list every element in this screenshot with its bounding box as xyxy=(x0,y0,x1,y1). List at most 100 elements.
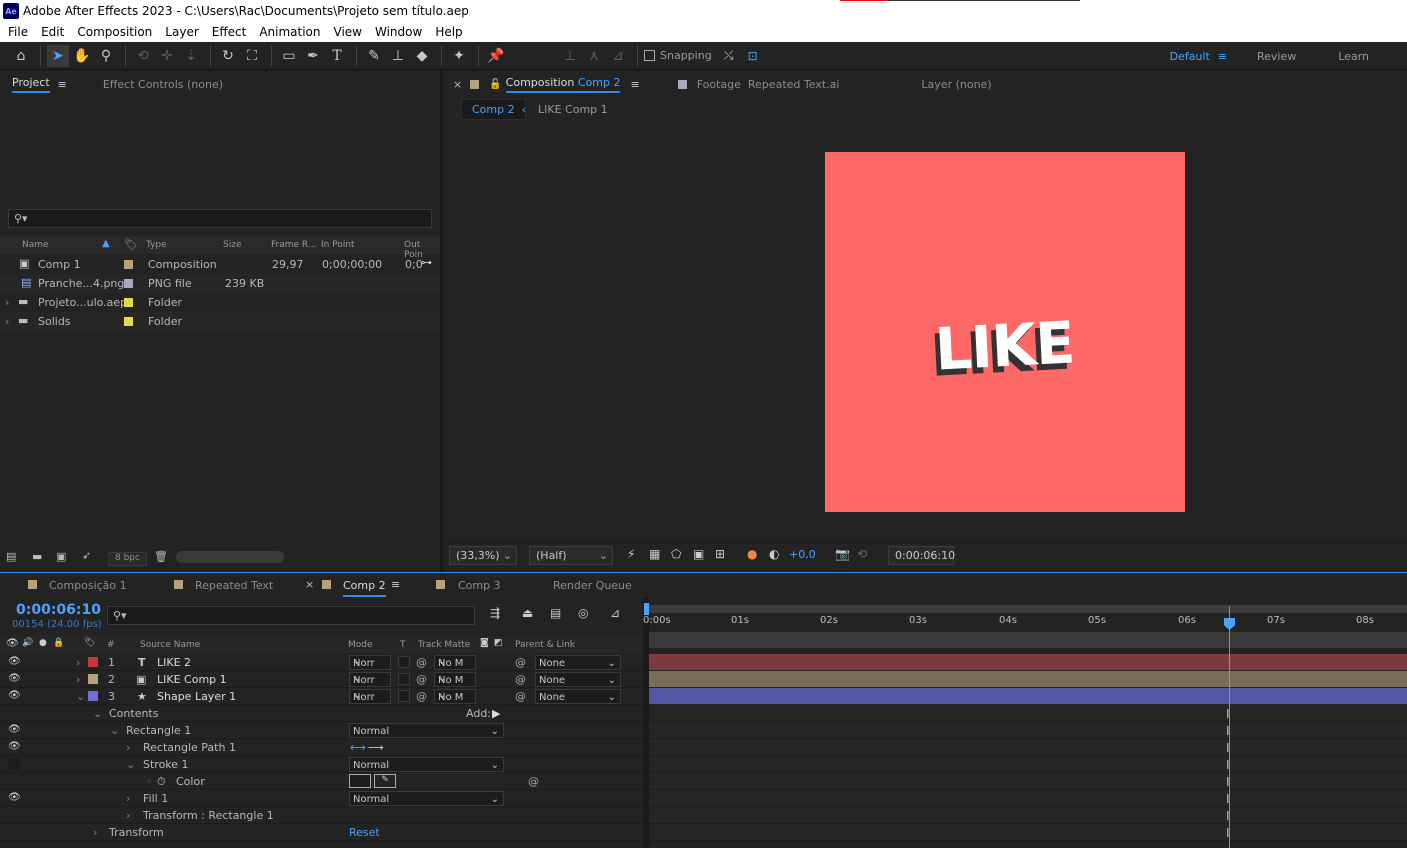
project-item-row[interactable]: ▣ Comp 1 Composition 29,97 0;00;00;00 0;… xyxy=(0,255,440,274)
comp-flowchart-icon[interactable]: ⇶ xyxy=(490,606,500,620)
preserve-transparency-checkbox[interactable] xyxy=(398,656,410,668)
property-row-color[interactable]: ◦ ⏱ Color ✎ @ xyxy=(0,773,643,790)
trash-icon[interactable]: 🗑 xyxy=(154,550,168,563)
parent-dropdown[interactable]: None ⌄ xyxy=(535,672,621,687)
workspace-review[interactable]: Review xyxy=(1239,50,1326,63)
layer-row[interactable]: 👁 ⌄ 3 ★ Shape Layer 1 Norr ⌄ @ No M ⌄ @ … xyxy=(0,688,643,705)
mask-visibility-icon[interactable]: ⬠ xyxy=(671,547,681,561)
layer-mode-dropdown[interactable]: Norr ⌄ xyxy=(349,672,391,687)
project-item-row[interactable]: ▤ Pranche...4.png PNG file 239 KB xyxy=(0,274,440,293)
channel-rgb-icon[interactable]: ● xyxy=(747,547,757,561)
visibility-eye-icon[interactable]: 👁 xyxy=(8,741,21,752)
interpret-footage-icon[interactable]: ▤ xyxy=(6,550,16,563)
show-snapshot-icon[interactable]: ⟲ xyxy=(857,547,867,561)
blend-mode-dropdown[interactable]: Normal ⌄ xyxy=(349,757,504,772)
current-timecode[interactable]: 0:00:06:10 xyxy=(16,602,101,618)
preserve-transparency-checkbox[interactable] xyxy=(398,690,410,702)
track-matte-dropdown[interactable]: No M ⌄ xyxy=(434,672,476,687)
matte-link-icon[interactable]: @ xyxy=(416,656,427,669)
timeline-search-input[interactable]: ⚲▾ xyxy=(107,606,475,625)
chevron-right-icon[interactable]: › xyxy=(126,741,130,754)
property-row-fill[interactable]: 👁 › Fill 1 Normal ⌄ xyxy=(0,790,643,807)
pick-whip-icon[interactable]: @ xyxy=(515,656,526,669)
tab-composicao-1[interactable]: Composição 1 xyxy=(49,579,127,592)
rotation-tool-icon[interactable]: ↻ xyxy=(217,45,239,67)
parent-dropdown[interactable]: None ⌄ xyxy=(535,689,621,704)
tab-comp-3[interactable]: Comp 3 xyxy=(458,579,501,592)
sort-ascending-icon[interactable]: ▲ xyxy=(102,238,110,249)
workspace-menu-icon[interactable]: ≡ xyxy=(1218,50,1239,63)
axis-view-icon[interactable]: ⊿ xyxy=(607,45,629,67)
layer-name[interactable]: LIKE Comp 1 xyxy=(157,673,227,686)
visibility-eye-icon[interactable]: 👁 xyxy=(8,673,21,684)
flowchart-icon[interactable]: ⊶ xyxy=(421,256,432,269)
blend-mode-dropdown[interactable]: Normal ⌄ xyxy=(349,723,504,738)
roto-brush-icon[interactable]: ✦ xyxy=(448,45,470,67)
menu-file[interactable]: File xyxy=(8,25,28,39)
property-row-rectangle[interactable]: 👁 ⌄ Rectangle 1 Normal ⌄ xyxy=(0,722,643,739)
path-direction-icon[interactable]: ⟷ xyxy=(350,741,366,754)
blend-mode-dropdown[interactable]: Normal ⌄ xyxy=(349,791,504,806)
bit-depth-button[interactable]: 8 bpc xyxy=(108,552,147,566)
project-item-row[interactable]: › ▬ Projeto...ulo.aep Folder xyxy=(0,293,440,312)
resolution-dropdown[interactable]: (Half) ⌄ xyxy=(529,546,613,565)
layer-duration-bar[interactable] xyxy=(649,654,1407,670)
anchor-point-tool-icon[interactable]: ⛶ xyxy=(241,45,263,67)
tab-layer[interactable]: Layer (none) xyxy=(909,71,1003,97)
motion-blur-icon[interactable]: ◎ xyxy=(578,606,588,620)
property-row-stroke[interactable]: ⌄ Stroke 1 Normal ⌄ xyxy=(0,756,643,773)
stopwatch-icon[interactable]: ⏱ xyxy=(157,775,166,789)
new-composition-icon[interactable]: ▣ xyxy=(56,550,66,563)
work-area-bar[interactable] xyxy=(649,605,1407,613)
project-scrollbar[interactable] xyxy=(176,551,284,563)
visibility-eye-icon[interactable]: 👁 xyxy=(8,690,21,701)
layer-label-swatch[interactable] xyxy=(88,691,98,701)
layer-label-swatch[interactable] xyxy=(88,657,98,667)
snap-magnet-icon[interactable]: ⤯ xyxy=(718,45,740,67)
col-source-name[interactable]: Source Name xyxy=(140,640,200,650)
grid-guides-icon[interactable]: ⊞ xyxy=(715,547,725,561)
matte-invert-icon[interactable]: ◩ xyxy=(494,638,503,648)
viewer-timecode[interactable]: 0:00:06:10 xyxy=(888,546,955,565)
composition-canvas[interactable]: LIKE xyxy=(825,152,1185,512)
chevron-down-icon[interactable]: ⌄ xyxy=(126,758,135,771)
chevron-down-icon[interactable]: ⌄ xyxy=(110,724,119,737)
eraser-tool-icon[interactable]: ◆ xyxy=(411,45,433,67)
reset-link[interactable]: Reset xyxy=(349,826,380,839)
col-parent-link[interactable]: Parent & Link xyxy=(515,640,575,650)
property-row-contents[interactable]: ⌄ Contents Add: ▶ xyxy=(0,705,643,722)
breadcrumb-current[interactable]: Comp 2 xyxy=(461,98,526,120)
visibility-toggle-off[interactable] xyxy=(8,758,20,770)
chevron-right-icon[interactable]: › xyxy=(126,792,130,805)
frame-blending-icon[interactable]: ▤ xyxy=(550,606,561,620)
col-name[interactable]: Name xyxy=(22,240,49,250)
tab-project[interactable]: Project ≡ xyxy=(0,71,79,97)
dolly-camera-icon[interactable]: ⇣ xyxy=(180,45,202,67)
color-swatch[interactable] xyxy=(349,774,371,788)
chevron-right-icon[interactable]: › xyxy=(93,826,97,839)
chevron-right-icon[interactable]: › xyxy=(76,673,80,686)
panel-menu-icon[interactable]: ≡ xyxy=(391,578,400,591)
layer-name[interactable]: LIKE 2 xyxy=(157,656,191,669)
label-tag-icon[interactable]: 🏷 xyxy=(124,238,138,251)
region-of-interest-icon[interactable]: ▣ xyxy=(693,547,704,561)
col-frame-rate[interactable]: Frame R... xyxy=(271,240,316,250)
axis-local-icon[interactable]: ⊥ xyxy=(559,45,581,67)
tab-effect-controls[interactable]: Effect Controls (none) xyxy=(91,71,235,97)
visibility-eye-icon[interactable]: 👁 xyxy=(8,656,21,667)
label-color-swatch[interactable] xyxy=(124,260,133,269)
layer-row[interactable]: 👁 › 2 ▣ LIKE Comp 1 Norr ⌄ @ No M ⌄ @ No… xyxy=(0,671,643,688)
chevron-right-icon[interactable]: › xyxy=(126,809,130,822)
label-tag-icon[interactable]: 🏷 xyxy=(84,638,95,648)
axis-world-icon[interactable]: ⋏ xyxy=(583,45,605,67)
pick-whip-icon[interactable]: @ xyxy=(515,690,526,703)
add-property-icon[interactable]: ▶ xyxy=(492,707,500,720)
snapshot-camera-icon[interactable]: 📷 xyxy=(835,547,850,561)
layer-mode-dropdown[interactable]: Norr ⌄ xyxy=(349,689,391,704)
matte-link-icon[interactable]: @ xyxy=(416,673,427,686)
workspace-learn[interactable]: Learn xyxy=(1326,50,1407,63)
col-in-point[interactable]: In Point xyxy=(321,240,355,250)
tab-composition[interactable]: Composition Comp 2 ≡ xyxy=(502,71,644,97)
pen-tool-icon[interactable]: ✒ xyxy=(302,45,324,67)
selection-tool-icon[interactable]: ➤ xyxy=(47,44,69,67)
